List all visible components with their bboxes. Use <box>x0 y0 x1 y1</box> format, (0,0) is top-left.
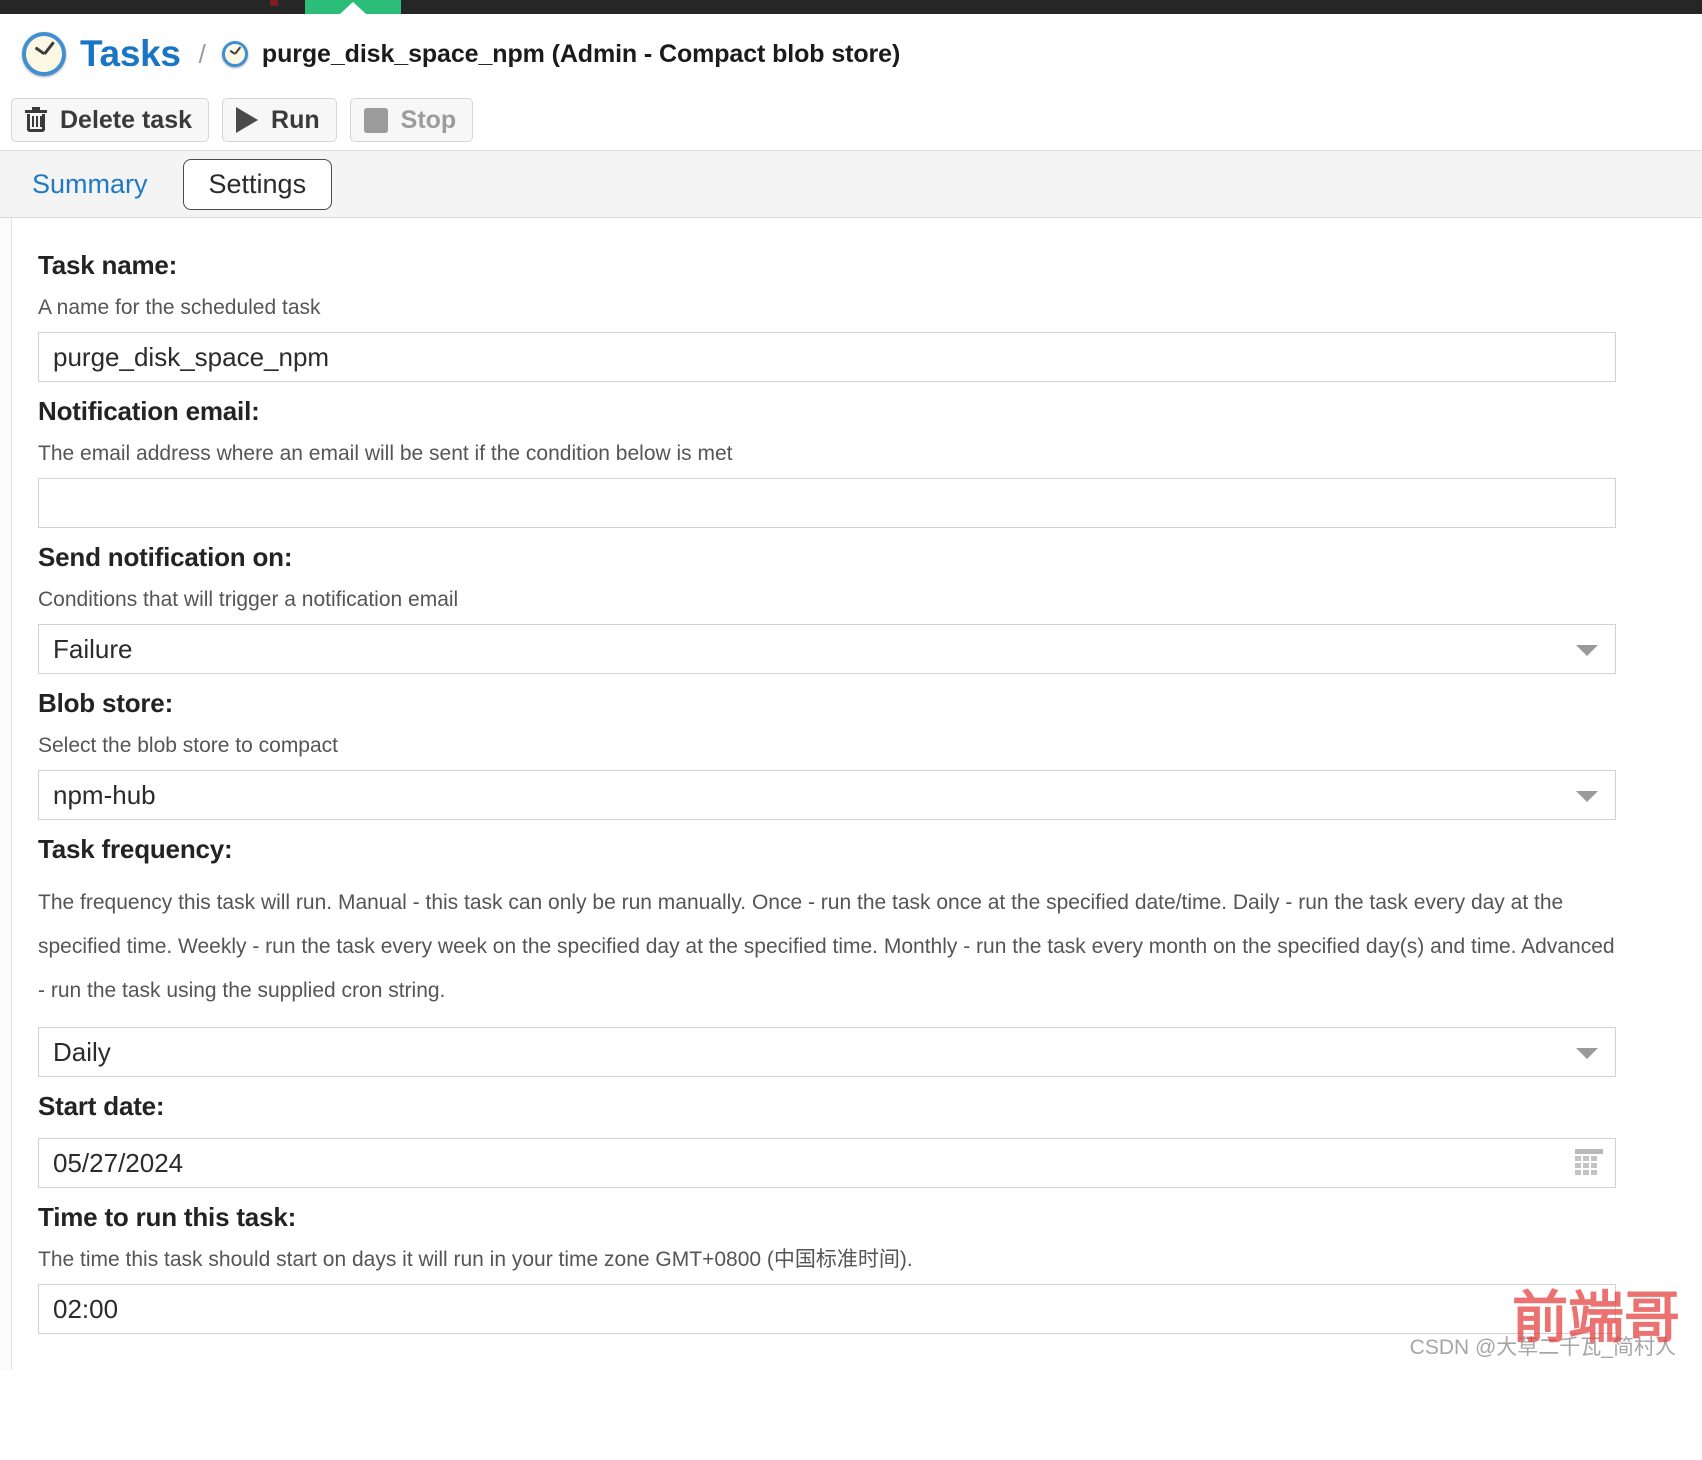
tab-summary[interactable]: Summary <box>30 165 150 204</box>
settings-form-panel: Task name: A name for the scheduled task… <box>12 218 1642 1370</box>
send-notification-on-select[interactable] <box>38 624 1616 674</box>
task-name-help: A name for the scheduled task <box>38 296 321 319</box>
breadcrumb: Tasks / purge_disk_space_npm (Admin - Co… <box>0 14 1702 90</box>
tab-bar: Summary Settings <box>0 150 1702 217</box>
start-date-label: Start date: <box>38 1091 165 1122</box>
tab-settings[interactable]: Settings <box>182 158 333 210</box>
blob-store-value[interactable] <box>38 770 1616 820</box>
notification-email-input[interactable] <box>38 478 1616 528</box>
field-task-frequency: Task frequency: The frequency this task … <box>38 834 1618 1078</box>
time-to-run-input[interactable] <box>38 1284 1616 1335</box>
settings-content: Task name: A name for the scheduled task… <box>0 217 1702 1370</box>
task-name-input[interactable] <box>38 332 1616 382</box>
send-notification-on-help: Conditions that will trigger a notificat… <box>38 588 459 611</box>
field-notification-email: Notification email: The email address wh… <box>38 396 1618 528</box>
task-frequency-label: Task frequency: <box>38 834 233 864</box>
send-notification-on-value[interactable] <box>38 624 1616 674</box>
task-frequency-value[interactable] <box>38 1027 1616 1078</box>
field-send-notification-on: Send notification on: Conditions that wi… <box>38 542 1618 674</box>
breadcrumb-root-link[interactable]: Tasks <box>80 33 181 75</box>
stop-button[interactable]: Stop <box>349 98 474 142</box>
blob-store-help: Select the blob store to compact <box>38 734 338 757</box>
clock-icon-small <box>221 41 248 67</box>
field-start-date: Start date: <box>38 1091 1618 1189</box>
play-icon <box>236 107 259 133</box>
content-gutter <box>0 218 12 1370</box>
time-to-run-help: The time this task should start on days … <box>38 1248 913 1272</box>
start-date-field[interactable] <box>38 1138 1616 1189</box>
blob-store-select[interactable] <box>38 770 1616 820</box>
active-tab-indicator <box>305 0 401 14</box>
notification-email-label: Notification email: <box>38 396 260 426</box>
run-button[interactable]: Run <box>222 98 337 142</box>
stop-label: Stop <box>400 105 457 134</box>
delete-task-label: Delete task <box>60 105 193 134</box>
task-frequency-help: The frequency this task will run. Manual… <box>38 891 1615 1003</box>
send-notification-on-label: Send notification on: <box>38 542 293 572</box>
field-task-name: Task name: A name for the scheduled task <box>38 250 1618 382</box>
task-frequency-select[interactable] <box>38 1027 1616 1078</box>
field-time-to-run: Time to run this task: The time this tas… <box>38 1202 1618 1335</box>
time-to-run-label: Time to run this task: <box>38 1202 297 1233</box>
breadcrumb-separator: / <box>198 38 206 69</box>
field-blob-store: Blob store: Select the blob store to com… <box>38 688 1618 820</box>
run-label: Run <box>271 105 320 134</box>
task-name-label: Task name: <box>38 250 178 280</box>
delete-task-button[interactable]: Delete task <box>11 98 210 142</box>
stop-icon <box>363 107 388 133</box>
task-toolbar: Delete task Run Stop <box>0 90 1702 150</box>
notification-email-help: The email address where an email will be… <box>38 442 733 465</box>
start-date-input[interactable] <box>38 1138 1616 1189</box>
chrome-red-marker <box>270 0 278 6</box>
blob-store-label: Blob store: <box>38 688 174 718</box>
trash-icon <box>25 106 47 133</box>
breadcrumb-current-page: purge_disk_space_npm (Admin - Compact bl… <box>261 39 901 68</box>
clock-icon <box>22 32 66 76</box>
browser-chrome-strip <box>0 0 1702 14</box>
